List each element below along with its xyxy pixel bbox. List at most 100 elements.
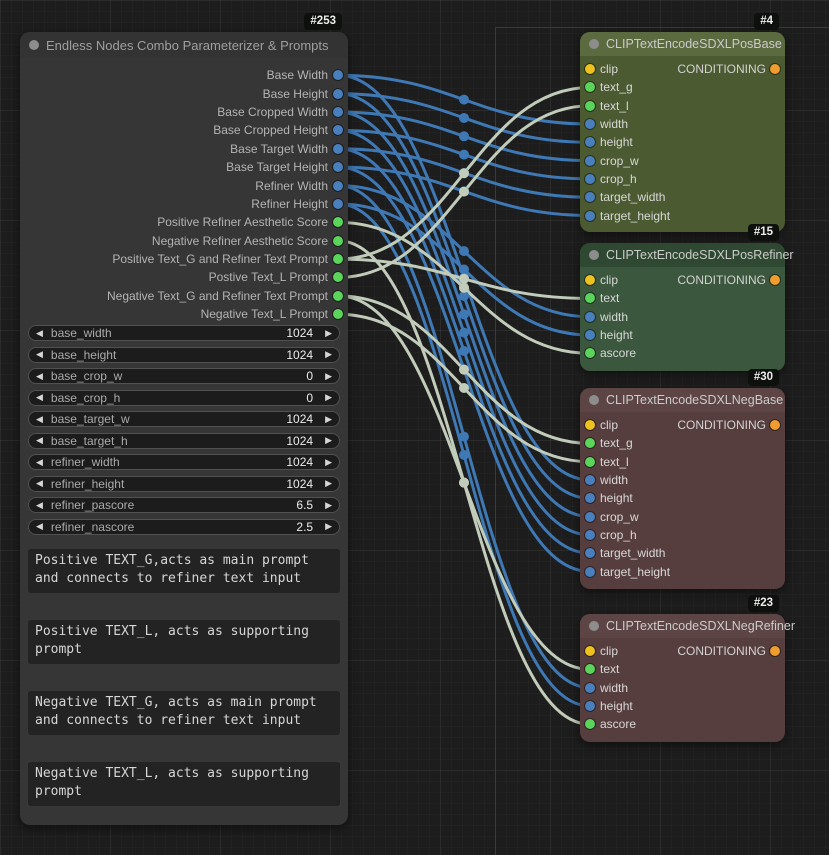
decrement-arrow-icon[interactable]: ◀ (36, 458, 43, 467)
link-midpoint-dot[interactable] (459, 246, 469, 256)
input-port[interactable] (585, 438, 595, 448)
input-port[interactable] (585, 646, 595, 656)
decrement-arrow-icon[interactable]: ◀ (36, 350, 43, 359)
input-port[interactable] (585, 664, 595, 674)
conditioning-output-port[interactable] (770, 646, 780, 656)
increment-arrow-icon[interactable]: ▶ (325, 479, 332, 488)
link-midpoint-dot[interactable] (459, 450, 469, 460)
input-port[interactable] (585, 475, 595, 485)
output-port[interactable] (333, 217, 343, 227)
link-midpoint-dot[interactable] (459, 187, 469, 197)
input-port[interactable] (585, 701, 595, 711)
increment-arrow-icon[interactable]: ▶ (325, 350, 332, 359)
output-port[interactable] (333, 70, 343, 80)
increment-arrow-icon[interactable]: ▶ (325, 329, 332, 338)
conditioning-output-port[interactable] (770, 420, 780, 430)
decrement-arrow-icon[interactable]: ◀ (36, 501, 43, 510)
input-port[interactable] (585, 156, 595, 166)
input-port[interactable] (585, 530, 595, 540)
input-port[interactable] (585, 348, 595, 358)
output-port[interactable] (333, 181, 343, 191)
increment-arrow-icon[interactable]: ▶ (325, 393, 332, 402)
increment-arrow-icon[interactable]: ▶ (325, 458, 332, 467)
link-midpoint-dot[interactable] (459, 150, 469, 160)
output-port[interactable] (333, 291, 343, 301)
link-midpoint-dot[interactable] (459, 283, 469, 293)
node-header[interactable]: CLIPTextEncodeSDXLPosRefiner (580, 243, 785, 267)
input-port[interactable] (585, 119, 595, 129)
link-midpoint-dot[interactable] (459, 309, 469, 319)
input-port[interactable] (585, 275, 595, 285)
output-port[interactable] (333, 272, 343, 282)
output-port[interactable] (333, 254, 343, 264)
node-cliptextencode-pos-refiner[interactable]: #15 CLIPTextEncodeSDXLPosRefiner clip CO… (580, 243, 785, 371)
node-endless-parameterizer[interactable]: #253 Endless Nodes Combo Parameterizer &… (20, 32, 348, 825)
link-midpoint-dot[interactable] (459, 432, 469, 442)
input-port[interactable] (585, 137, 595, 147)
link-midpoint-dot[interactable] (459, 113, 469, 123)
output-port[interactable] (333, 125, 343, 135)
output-port[interactable] (333, 89, 343, 99)
node-cliptextencode-neg-refiner[interactable]: #23 CLIPTextEncodeSDXLNegRefiner clip CO… (580, 614, 785, 742)
node-header[interactable]: CLIPTextEncodeSDXLPosBase (580, 32, 785, 56)
input-port[interactable] (585, 312, 595, 322)
output-port[interactable] (333, 309, 343, 319)
decrement-arrow-icon[interactable]: ◀ (36, 393, 43, 402)
widget-refiner-nascore[interactable]: ◀refiner_nascore2.5▶ (28, 519, 340, 535)
input-port[interactable] (585, 211, 595, 221)
link-midpoint-dot[interactable] (459, 346, 469, 356)
increment-arrow-icon[interactable]: ▶ (325, 415, 332, 424)
output-port[interactable] (333, 107, 343, 117)
widget-base-target-h[interactable]: ◀base_target_h1024▶ (28, 433, 340, 449)
node-graph-canvas[interactable]: #253 Endless Nodes Combo Parameterizer &… (0, 0, 829, 855)
link-midpoint-dot[interactable] (459, 95, 469, 105)
positive-text-g-textarea[interactable]: Positive TEXT_G,acts as main prompt and … (28, 549, 340, 593)
input-port[interactable] (585, 493, 595, 503)
link-midpoint-dot[interactable] (459, 274, 469, 284)
input-port[interactable] (585, 293, 595, 303)
output-port[interactable] (333, 199, 343, 209)
collapse-dot-icon[interactable] (589, 250, 599, 260)
increment-arrow-icon[interactable]: ▶ (325, 436, 332, 445)
link-midpoint-dot[interactable] (459, 328, 469, 338)
widget-refiner-pascore[interactable]: ◀refiner_pascore6.5▶ (28, 497, 340, 513)
widget-base-crop-h[interactable]: ◀base_crop_h0▶ (28, 390, 340, 406)
increment-arrow-icon[interactable]: ▶ (325, 501, 332, 510)
input-port[interactable] (585, 548, 595, 558)
link-midpoint-dot[interactable] (459, 383, 469, 393)
output-port[interactable] (333, 236, 343, 246)
widget-base-height[interactable]: ◀base_height1024▶ (28, 347, 340, 363)
negative-text-g-textarea[interactable]: Negative TEXT_G, acts as main prompt and… (28, 691, 340, 735)
input-port[interactable] (585, 512, 595, 522)
widget-refiner-width[interactable]: ◀refiner_width1024▶ (28, 454, 340, 470)
input-port[interactable] (585, 420, 595, 430)
input-port[interactable] (585, 192, 595, 202)
decrement-arrow-icon[interactable]: ◀ (36, 479, 43, 488)
input-port[interactable] (585, 174, 595, 184)
decrement-arrow-icon[interactable]: ◀ (36, 372, 43, 381)
widget-base-crop-w[interactable]: ◀base_crop_w0▶ (28, 368, 340, 384)
input-port[interactable] (585, 330, 595, 340)
node-header[interactable]: Endless Nodes Combo Parameterizer & Prom… (20, 32, 348, 58)
link-midpoint-dot[interactable] (459, 478, 469, 488)
collapse-dot-icon[interactable] (589, 39, 599, 49)
widget-base-width[interactable]: ◀base_width1024▶ (28, 325, 340, 341)
conditioning-output-port[interactable] (770, 64, 780, 74)
link-midpoint-dot[interactable] (459, 168, 469, 178)
node-cliptextencode-neg-base[interactable]: #30 CLIPTextEncodeSDXLNegBase clip CONDI… (580, 388, 785, 589)
output-port[interactable] (333, 144, 343, 154)
decrement-arrow-icon[interactable]: ◀ (36, 415, 43, 424)
widget-refiner-height[interactable]: ◀refiner_height1024▶ (28, 476, 340, 492)
link-midpoint-dot[interactable] (459, 365, 469, 375)
node-cliptextencode-pos-base[interactable]: #4 CLIPTextEncodeSDXLPosBase clip CONDIT… (580, 32, 785, 232)
collapse-dot-icon[interactable] (589, 621, 599, 631)
decrement-arrow-icon[interactable]: ◀ (36, 522, 43, 531)
link-midpoint-dot[interactable] (459, 131, 469, 141)
output-port[interactable] (333, 162, 343, 172)
increment-arrow-icon[interactable]: ▶ (325, 522, 332, 531)
widget-base-target-w[interactable]: ◀base_target_w1024▶ (28, 411, 340, 427)
input-port[interactable] (585, 101, 595, 111)
input-port[interactable] (585, 719, 595, 729)
input-port[interactable] (585, 567, 595, 577)
increment-arrow-icon[interactable]: ▶ (325, 372, 332, 381)
